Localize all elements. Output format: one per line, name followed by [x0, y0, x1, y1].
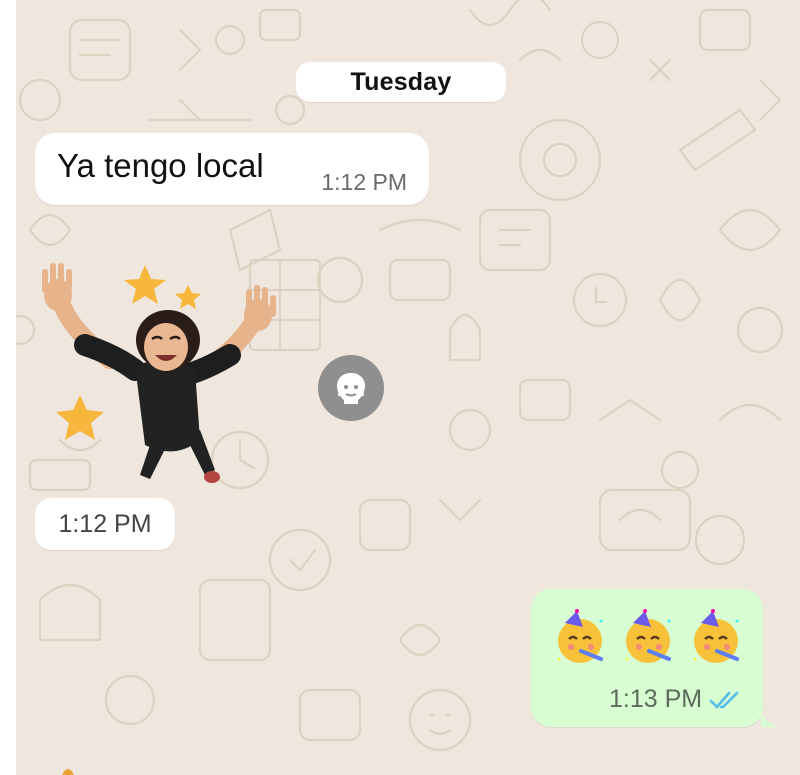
- outgoing-message[interactable]: 1:13 PM: [531, 589, 779, 727]
- message-text: Ya tengo local: [57, 147, 264, 184]
- date-label: Tuesday: [350, 67, 452, 96]
- message-time: 1:12 PM: [321, 169, 407, 195]
- sticker-timestamp: 1:12 PM: [35, 498, 175, 550]
- avatar-forward-icon: [337, 373, 365, 404]
- partying-face-icon: [557, 609, 603, 663]
- message-time: 1:12 PM: [58, 509, 152, 538]
- double-check-icon: [709, 691, 739, 709]
- bubble-tail: [761, 707, 779, 727]
- message-time: 1:13 PM: [609, 685, 703, 713]
- partying-face-icon: [693, 609, 739, 663]
- avatar-sticker[interactable]: [40, 255, 300, 490]
- incoming-message[interactable]: Ya tengo local 1:12 PM: [35, 133, 429, 205]
- star-icon: [175, 285, 201, 309]
- partial-sticker: [62, 769, 74, 775]
- emoji-row: [551, 609, 745, 667]
- star-icon: [124, 265, 166, 304]
- left-edge: [0, 0, 16, 775]
- forward-button[interactable]: [318, 355, 384, 421]
- date-separator: Tuesday: [296, 62, 506, 102]
- star-icon: [56, 395, 104, 440]
- partying-face-icon: [625, 609, 671, 663]
